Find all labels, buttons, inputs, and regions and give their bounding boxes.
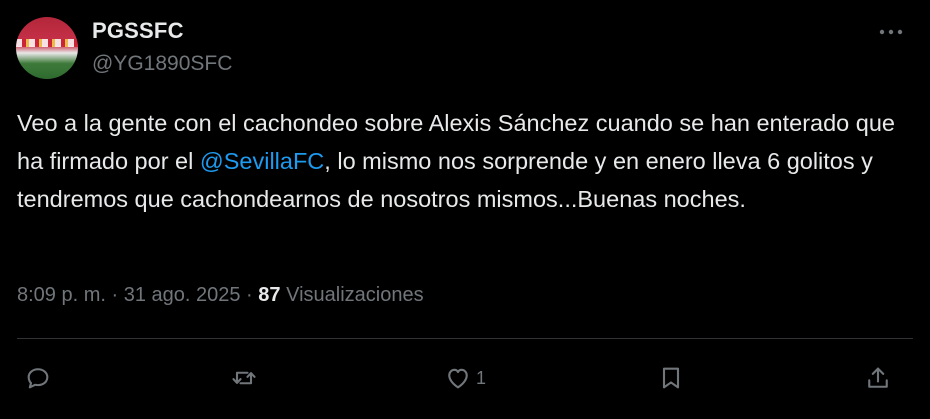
meta-separator: · bbox=[240, 284, 259, 306]
like-count: 1 bbox=[476, 367, 487, 388]
tweet-meta: 8:09 p. m. · 31 ago. 2025 · 87 Visualiza… bbox=[17, 284, 424, 307]
retweet-icon bbox=[232, 371, 256, 385]
retweet-button[interactable] bbox=[230, 360, 258, 396]
author-display-name[interactable]: PGSSFC bbox=[92, 18, 184, 44]
author-handle[interactable]: @YG1890SFC bbox=[92, 52, 232, 76]
bookmark-button[interactable] bbox=[657, 360, 685, 396]
reply-icon bbox=[27, 368, 49, 389]
share-button[interactable] bbox=[864, 360, 892, 396]
more-icon bbox=[879, 29, 903, 35]
like-button[interactable]: 1 bbox=[444, 360, 486, 396]
views-label: Visualizaciones bbox=[286, 284, 424, 306]
tweet-date[interactable]: 31 ago. 2025 bbox=[124, 284, 241, 306]
mention-link[interactable]: @SevillaFC bbox=[200, 148, 324, 174]
divider bbox=[17, 338, 913, 339]
avatar[interactable] bbox=[16, 17, 78, 79]
heart-icon bbox=[448, 368, 468, 389]
meta-separator: · bbox=[105, 284, 124, 306]
tweet-text: Veo a la gente con el cachondeo sobre Al… bbox=[17, 104, 907, 218]
share-icon bbox=[868, 367, 888, 388]
reply-button[interactable] bbox=[24, 360, 52, 396]
more-options-button[interactable] bbox=[876, 22, 906, 42]
tweet-time[interactable]: 8:09 p. m. bbox=[17, 284, 106, 306]
action-bar: 1 bbox=[0, 360, 930, 396]
bookmark-icon bbox=[662, 367, 680, 389]
avatar-banner-stripe bbox=[16, 39, 78, 47]
views-count: 87 bbox=[258, 284, 281, 306]
